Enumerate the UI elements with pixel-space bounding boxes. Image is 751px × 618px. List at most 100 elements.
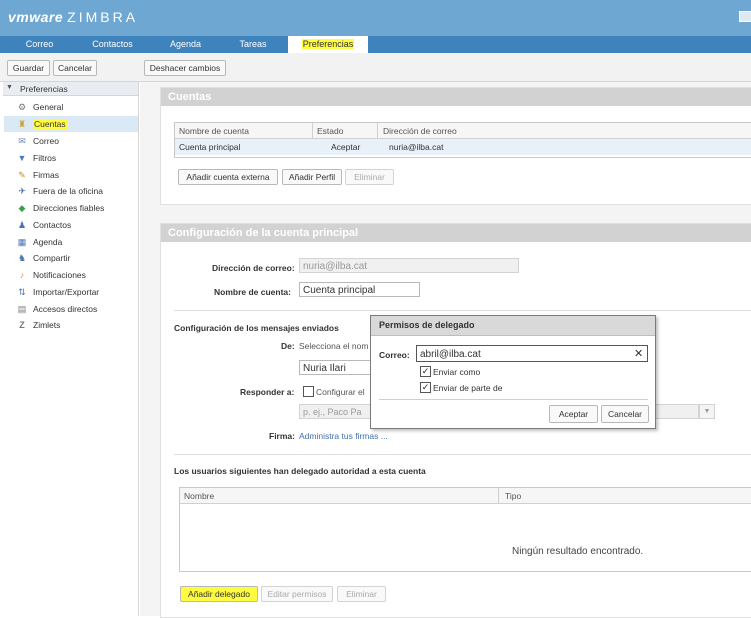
account-name-field[interactable]: Cuenta principal — [299, 282, 420, 297]
sidebar-item-contactos[interactable]: ♟ Contactos — [4, 217, 138, 233]
signature-icon: ✎ — [18, 170, 26, 180]
gear-icon: ⚙ — [17, 102, 27, 112]
collapse-triangle-icon[interactable]: ▼ — [6, 84, 13, 91]
sidebar-item-label: Fuera de la oficina — [33, 186, 103, 196]
logo-brand: vmware — [8, 9, 64, 25]
email-address-field: nuria@ilba.cat — [299, 258, 519, 273]
sidebar-item-accesos-directos[interactable]: ▤ Accesos directos — [4, 301, 138, 317]
cancel-button[interactable]: Cancelar — [53, 60, 97, 76]
send-on-behalf-label: Enviar de parte de — [433, 383, 503, 393]
send-on-behalf-checkbox[interactable]: ✓ — [420, 382, 431, 393]
delegates-table-header — [180, 488, 751, 504]
sidebar-item-label: Direcciones fiables — [33, 203, 105, 213]
share-icon: ♞ — [17, 253, 27, 263]
reply-to-label: Responder a: — [240, 387, 295, 397]
tab-label: Correo — [25, 39, 54, 49]
delete-delegate-button[interactable]: Eliminar — [337, 586, 386, 602]
reply-to-checkbox[interactable] — [303, 386, 314, 397]
column-divider — [312, 123, 313, 138]
dialog-cancel-button[interactable]: Cancelar — [601, 405, 649, 423]
edit-permissions-button[interactable]: Editar permisos — [261, 586, 333, 602]
tab-agenda[interactable]: Agenda — [149, 36, 222, 53]
divider — [174, 454, 751, 455]
column-account-name: Nombre de cuenta — [179, 126, 249, 136]
account-name-cell: Cuenta principal — [179, 142, 241, 152]
sidebar-item-label: Filtros — [33, 153, 57, 163]
sidebar-item-firmas[interactable]: ✎ Firmas — [4, 167, 138, 183]
from-label: De: — [281, 341, 295, 351]
sent-messages-section-title: Configuración de los mensajes enviados — [174, 323, 339, 333]
sidebar-item-agenda[interactable]: ▦ Agenda — [4, 234, 138, 250]
dialog-title: Permisos de delegado — [379, 320, 475, 330]
add-external-account-button[interactable]: Añadir cuenta externa — [178, 169, 278, 185]
tab-label: Contactos — [92, 39, 133, 49]
column-delegate-name: Nombre — [184, 491, 215, 501]
tab-preferencias[interactable]: Preferencias — [288, 36, 368, 53]
envelope-icon[interactable] — [739, 11, 751, 22]
dialog-email-field[interactable]: abril@ilba.cat — [416, 345, 648, 362]
column-status: Estado — [317, 126, 344, 136]
sidebar-item-label: Compartir — [33, 253, 71, 263]
send-as-checkbox[interactable]: ✓ — [420, 366, 431, 377]
reply-to-name-field[interactable]: p. ej., Paco Pa — [299, 404, 371, 419]
from-hint: Selecciona el nom — [299, 341, 369, 351]
table-row[interactable] — [175, 139, 751, 155]
sidebar-item-correo[interactable]: ✉ Correo — [4, 133, 138, 149]
column-email: Dirección de correo — [383, 126, 457, 136]
reply-to-address-select[interactable] — [655, 404, 699, 419]
reply-to-check-label: Configurar el — [316, 387, 365, 397]
sidebar-item-label: Correo — [33, 136, 59, 146]
sidebar-item-label: Importar/Exportar — [33, 287, 100, 297]
clear-icon[interactable]: ✕ — [634, 347, 643, 360]
accounts-icon: ♜ — [17, 119, 27, 129]
tab-contactos[interactable]: Contactos — [76, 36, 149, 53]
undo-changes-button[interactable]: Deshacer cambios — [144, 60, 226, 76]
config-panel-title: Configuración de la cuenta principal — [161, 224, 751, 242]
logo-product: ZIMBRA — [67, 9, 139, 25]
sidebar-item-notificaciones[interactable]: ♪ Notificaciones — [4, 267, 138, 283]
account-email-cell: nuria@ilba.cat — [389, 142, 444, 152]
sidebar-item-label: Contactos — [33, 220, 72, 230]
contacts-icon: ♟ — [17, 220, 27, 230]
add-persona-button[interactable]: Añadir Perfil — [282, 169, 342, 185]
account-name-label: Nombre de cuenta: — [214, 287, 291, 297]
delete-account-button[interactable]: Eliminar — [345, 169, 394, 185]
sidebar-item-fuera-oficina[interactable]: ✈ Fuera de la oficina — [4, 183, 138, 199]
divider — [174, 310, 751, 311]
sidebar-item-direcciones-fiables[interactable]: ◆ Direcciones fiables — [4, 200, 138, 216]
mail-icon: ✉ — [18, 136, 26, 146]
account-status-cell: Aceptar — [331, 142, 361, 152]
column-delegate-type: Tipo — [505, 491, 522, 501]
sidebar-item-label: Agenda — [33, 237, 63, 247]
chevron-down-icon[interactable]: ▼ — [699, 404, 715, 419]
from-name-field[interactable]: Nuria Ilari — [299, 360, 371, 375]
import-export-icon: ⇅ — [18, 287, 26, 297]
sidebar-item-label: Notificaciones — [33, 270, 86, 280]
dialog-ok-button[interactable]: Aceptar — [549, 405, 598, 423]
sidebar-item-label: Zimlets — [33, 320, 61, 330]
sidebar-item-importar-exportar[interactable]: ⇅ Importar/Exportar — [4, 284, 138, 300]
sidebar-item-filtros[interactable]: ▼ Filtros — [4, 150, 138, 166]
tab-label: Preferencias — [301, 39, 355, 49]
calendar-icon: ▦ — [17, 237, 27, 247]
send-as-label: Enviar como — [433, 367, 481, 377]
delegates-empty-message: Ningún resultado encontrado. — [512, 546, 644, 557]
sidebar-item-cuentas[interactable]: ♜ Cuentas — [4, 116, 138, 132]
sidebar-item-compartir[interactable]: ♞ Compartir — [4, 250, 138, 266]
column-divider — [377, 123, 378, 138]
sidebar-item-label: Cuentas — [33, 119, 67, 129]
sidebar-title: Preferencias — [20, 84, 68, 94]
zimlets-icon: Z — [19, 320, 25, 330]
sidebar-item-zimlets[interactable]: Z Zimlets — [4, 317, 138, 333]
tab-tareas[interactable]: Tareas — [222, 36, 284, 53]
add-delegate-button[interactable]: Añadir delegado — [180, 586, 258, 602]
bell-icon: ♪ — [19, 270, 25, 280]
manage-signatures-link[interactable]: Administra tus firmas ... — [299, 431, 388, 441]
sidebar-item-general[interactable]: ⚙ General — [4, 99, 138, 115]
save-button[interactable]: Guardar — [7, 60, 50, 76]
tab-correo[interactable]: Correo — [3, 36, 76, 53]
accounts-panel-title: Cuentas — [161, 88, 751, 106]
dialog-divider — [379, 399, 648, 400]
out-of-office-icon: ✈ — [18, 186, 26, 196]
signature-label: Firma: — [269, 431, 295, 441]
